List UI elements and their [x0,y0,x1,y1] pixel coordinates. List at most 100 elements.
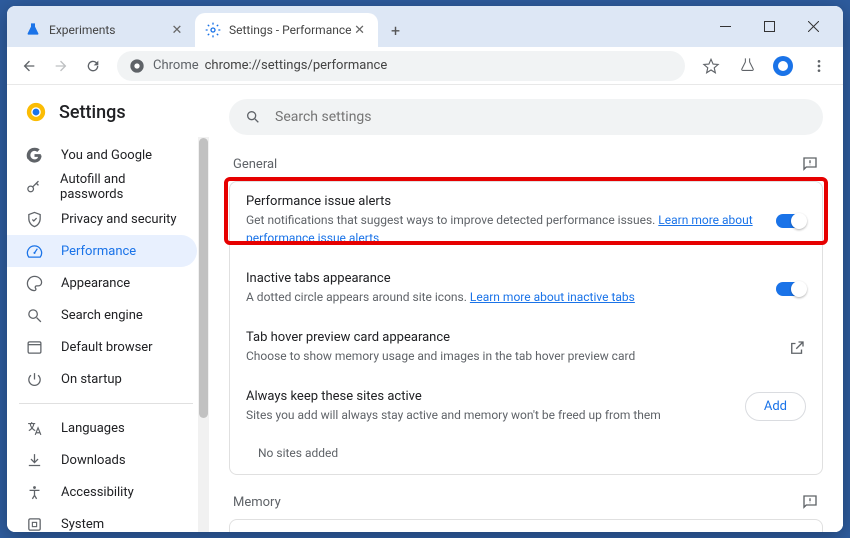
search-settings-box[interactable] [229,99,823,135]
toolbar: Chrome chrome://settings/performance [7,47,843,85]
feedback-icon[interactable] [801,155,819,173]
row-desc: Choose to show memory usage and images i… [246,347,772,365]
sidebar-label: Accessibility [61,485,134,500]
minimize-button[interactable] [703,11,747,43]
settings-sidebar: Settings You and Google Autofill and pas… [7,85,209,532]
browser-window: Experiments ✕ Settings - Performance ✕ +… [7,6,843,532]
add-button[interactable]: Add [745,392,806,421]
sidebar-label: System [61,517,104,532]
sidebar-item-privacy[interactable]: Privacy and security [7,203,197,235]
search-settings-input[interactable] [275,109,807,125]
labs-icon[interactable] [731,50,763,82]
row-title: Inactive tabs appearance [246,271,760,286]
toggle-performance-alerts[interactable] [776,214,806,228]
row-always-active: Always keep these sites active Sites you… [230,377,822,436]
tab-title: Experiments [49,23,169,37]
sidebar-item-autofill[interactable]: Autofill and passwords [7,171,197,203]
profile-avatar[interactable] [767,50,799,82]
sidebar-item-default-browser[interactable]: Default browser [7,331,197,363]
sidebar-item-downloads[interactable]: Downloads [7,444,197,476]
close-icon[interactable]: ✕ [169,22,185,38]
close-icon[interactable]: ✕ [352,22,368,38]
gear-icon [205,22,221,38]
sidebar-label: On startup [61,372,122,387]
sidebar-item-accessibility[interactable]: Accessibility [7,476,197,508]
sidebar-label: Appearance [61,276,130,291]
speedometer-icon [25,242,43,260]
open-external-icon[interactable] [788,339,806,357]
sidebar-label: Default browser [61,340,153,355]
sidebar-item-search-engine[interactable]: Search engine [7,299,197,331]
key-icon [25,178,42,196]
search-icon [245,109,261,125]
sidebar-scrollbar[interactable] [198,137,209,532]
row-desc: Get notifications that suggest ways to i… [246,211,760,247]
row-title: Performance issue alerts [246,194,760,209]
maximize-button[interactable] [747,11,791,43]
memory-card: Memory Saver When on, Chrome frees up me… [229,519,823,532]
settings-title: Settings [59,102,126,123]
row-memory-saver: Memory Saver When on, Chrome frees up me… [230,520,822,532]
settings-header: Settings [7,99,209,139]
power-icon [25,370,43,388]
back-button[interactable] [15,52,43,80]
toggle-inactive-tabs[interactable] [776,282,806,296]
bookmark-star-icon[interactable] [695,50,727,82]
address-prefix: Chrome [153,58,199,73]
tab-experiments[interactable]: Experiments ✕ [15,13,195,47]
section-title: General [233,157,277,172]
titlebar: Experiments ✕ Settings - Performance ✕ + [7,6,843,47]
window-controls [703,6,843,47]
system-icon [25,515,43,532]
row-performance-alerts: Performance issue alerts Get notificatio… [230,182,822,259]
row-title: Tab hover preview card appearance [246,330,772,345]
close-window-button[interactable] [791,11,835,43]
chrome-icon [129,58,145,74]
content-area: Settings You and Google Autofill and pas… [7,85,843,532]
forward-button[interactable] [47,52,75,80]
row-title: Always keep these sites active [246,389,729,404]
sidebar-label: Privacy and security [61,212,177,227]
flask-icon [25,22,41,38]
new-tab-button[interactable]: + [382,16,410,44]
sidebar-item-appearance[interactable]: Appearance [7,267,197,299]
row-inactive-tabs: Inactive tabs appearance A dotted circle… [230,259,822,318]
sidebar-item-on-startup[interactable]: On startup [7,363,197,395]
reload-button[interactable] [79,52,107,80]
settings-logo-icon [25,101,47,123]
sidebar-item-system[interactable]: System [7,508,197,532]
sidebar-label: Autofill and passwords [60,172,185,202]
download-icon [25,451,43,469]
translate-icon [25,419,43,437]
sidebar-item-performance[interactable]: Performance [7,235,197,267]
sidebar-list[interactable]: You and Google Autofill and passwords Pr… [7,139,209,532]
tab-settings[interactable]: Settings - Performance ✕ [195,13,378,47]
sidebar-label: Downloads [61,453,126,468]
address-path: chrome://settings/performance [205,58,388,73]
sidebar-divider [19,403,193,404]
address-bar[interactable]: Chrome chrome://settings/performance [117,51,685,81]
accessibility-icon [25,483,43,501]
shield-icon [25,210,43,228]
feedback-icon[interactable] [801,493,819,511]
main-panel[interactable]: General Performance issue alerts Get not… [209,85,843,532]
row-desc: A dotted circle appears around site icon… [246,288,760,306]
section-header-general: General [229,155,823,181]
row-desc: Sites you add will always stay active an… [246,406,729,424]
palette-icon [25,274,43,292]
section-header-memory: Memory [229,493,823,519]
sidebar-item-you-and-google[interactable]: You and Google [7,139,197,171]
section-title: Memory [233,495,281,510]
google-g-icon [25,146,43,164]
row-hover-preview[interactable]: Tab hover preview card appearance Choose… [230,318,822,377]
sidebar-label: You and Google [61,148,152,163]
learn-more-link[interactable]: Learn more about inactive tabs [470,290,635,304]
sidebar-label: Performance [61,244,136,259]
search-icon [25,306,43,324]
tab-title: Settings - Performance [229,23,352,37]
sidebar-item-languages[interactable]: Languages [7,412,197,444]
sidebar-label: Search engine [61,308,143,323]
sidebar-label: Languages [61,421,125,436]
browser-icon [25,338,43,356]
menu-icon[interactable] [803,50,835,82]
